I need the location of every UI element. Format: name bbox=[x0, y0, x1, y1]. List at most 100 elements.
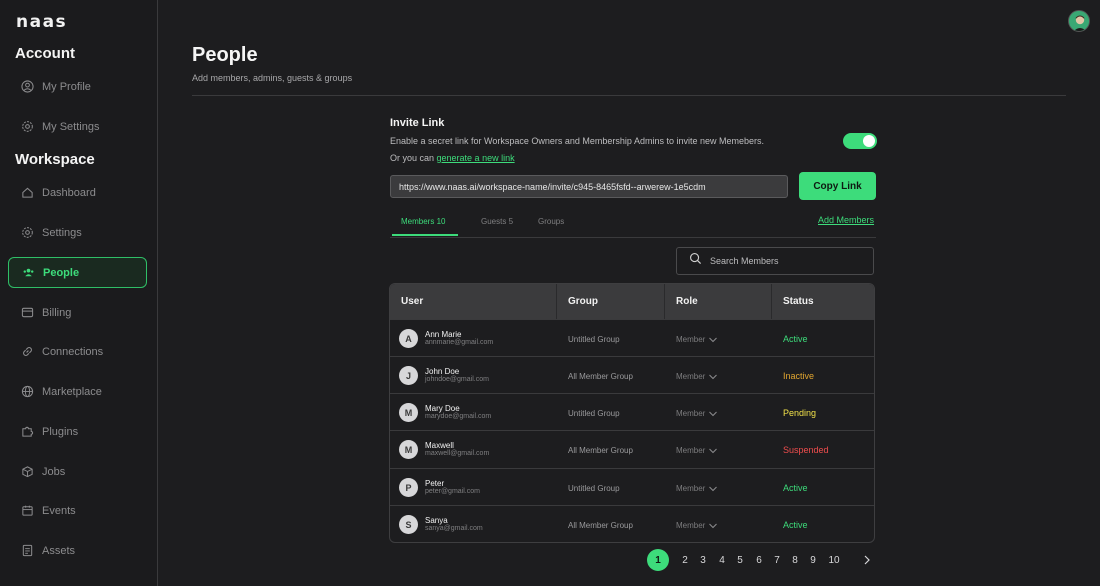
sidebar-item-people[interactable]: People bbox=[8, 257, 147, 288]
chevron-down-icon bbox=[709, 448, 718, 453]
tab-members[interactable]: Members 10 bbox=[401, 217, 445, 226]
table-row: A Ann Marie annmarie@gmail.com Untitled … bbox=[390, 319, 874, 356]
user-name: Peter bbox=[425, 479, 445, 488]
members-table: User Group Role Status A Ann Marie annma… bbox=[389, 283, 875, 543]
user-group: All Member Group bbox=[568, 521, 633, 530]
sidebar-item-label: Billing bbox=[42, 306, 72, 319]
search-input[interactable] bbox=[710, 256, 860, 266]
role-dropdown[interactable]: Member bbox=[676, 521, 718, 530]
sidebar-item-label: Dashboard bbox=[42, 186, 96, 199]
user-group: All Member Group bbox=[568, 446, 633, 455]
user-email: johndoe@gmail.com bbox=[425, 376, 489, 383]
user-name: Ann Marie bbox=[425, 330, 462, 339]
sidebar: naas Account My Profile My Settings Work… bbox=[0, 0, 158, 586]
role-dropdown[interactable]: Member bbox=[676, 372, 718, 381]
status-badge: Suspended bbox=[783, 445, 829, 455]
sidebar-item-dashboard[interactable]: Dashboard bbox=[8, 177, 147, 208]
avatar: P bbox=[399, 478, 418, 497]
document-icon bbox=[20, 544, 34, 558]
user-circle-icon bbox=[20, 80, 34, 94]
home-icon bbox=[20, 186, 34, 200]
sidebar-item-events[interactable]: Events bbox=[8, 495, 147, 526]
user-email: maxwell@gmail.com bbox=[425, 450, 490, 457]
copy-link-button[interactable]: Copy Link bbox=[799, 172, 876, 200]
account-section-title: Account bbox=[15, 45, 75, 62]
sidebar-item-jobs[interactable]: Jobs bbox=[8, 456, 147, 487]
avatar: S bbox=[399, 515, 418, 534]
invite-url-field[interactable]: https://www.naas.ai/workspace-name/invit… bbox=[390, 175, 788, 198]
add-members-link[interactable]: Add Members bbox=[818, 215, 874, 225]
user-email: annmarie@gmail.com bbox=[425, 339, 494, 346]
sidebar-item-label: People bbox=[43, 266, 80, 279]
column-divider bbox=[771, 284, 772, 319]
chevron-down-icon bbox=[709, 337, 718, 342]
search-box[interactable] bbox=[676, 247, 874, 275]
column-divider bbox=[664, 284, 665, 319]
role-value: Member bbox=[676, 409, 706, 418]
role-value: Member bbox=[676, 521, 706, 530]
status-badge: Active bbox=[783, 520, 808, 530]
tab-guests[interactable]: Guests 5 bbox=[481, 217, 513, 226]
column-header-status: Status bbox=[783, 296, 814, 307]
sidebar-item-connections[interactable]: Connections bbox=[8, 336, 147, 367]
column-divider bbox=[556, 284, 557, 319]
page-9-button[interactable]: 9 bbox=[802, 549, 824, 571]
user-name: Mary Doe bbox=[425, 404, 460, 413]
invite-link-toggle[interactable] bbox=[843, 133, 877, 149]
user-avatar[interactable] bbox=[1068, 10, 1090, 32]
status-badge: Active bbox=[783, 334, 808, 344]
sidebar-item-assets[interactable]: Assets bbox=[8, 535, 147, 566]
sidebar-item-plugins[interactable]: Plugins bbox=[8, 416, 147, 447]
sidebar-item-label: Marketplace bbox=[42, 385, 102, 398]
role-value: Member bbox=[676, 372, 706, 381]
role-dropdown[interactable]: Member bbox=[676, 409, 718, 418]
sidebar-item-label: My Profile bbox=[42, 80, 91, 93]
table-row: M Mary Doe marydoe@gmail.com Untitled Gr… bbox=[390, 393, 874, 430]
link-icon bbox=[20, 345, 34, 359]
role-value: Member bbox=[676, 446, 706, 455]
avatar: A bbox=[399, 329, 418, 348]
chevron-down-icon bbox=[709, 411, 718, 416]
app-logo: naas bbox=[16, 12, 68, 32]
table-row: M Maxwell maxwell@gmail.com All Member G… bbox=[390, 430, 874, 467]
page-1-button[interactable]: 1 bbox=[647, 549, 669, 571]
avatar: M bbox=[399, 440, 418, 459]
user-email: sanya@gmail.com bbox=[425, 525, 483, 532]
billing-icon bbox=[20, 306, 34, 320]
chevron-down-icon bbox=[709, 486, 718, 491]
generate-new-link[interactable]: generate a new link bbox=[437, 153, 515, 163]
sidebar-item-my-profile[interactable]: My Profile bbox=[8, 71, 147, 102]
chevron-down-icon bbox=[709, 523, 718, 528]
header-divider bbox=[192, 95, 1066, 96]
workspace-section-title: Workspace bbox=[15, 151, 95, 168]
gear-icon bbox=[20, 226, 34, 240]
invite-generate-text: Or you can generate a new link bbox=[390, 153, 515, 163]
tab-groups[interactable]: Groups bbox=[538, 217, 564, 226]
puzzle-icon bbox=[20, 425, 34, 439]
chevron-right-icon bbox=[864, 555, 870, 565]
sidebar-item-billing[interactable]: Billing bbox=[8, 297, 147, 328]
role-dropdown[interactable]: Member bbox=[676, 446, 718, 455]
people-icon bbox=[21, 266, 35, 280]
role-dropdown[interactable]: Member bbox=[676, 484, 718, 493]
next-page-button[interactable] bbox=[858, 549, 876, 571]
status-badge: Active bbox=[783, 483, 808, 493]
active-tab-indicator bbox=[392, 234, 458, 236]
page-10-button[interactable]: 10 bbox=[823, 549, 845, 571]
sidebar-item-my-settings[interactable]: My Settings bbox=[8, 111, 147, 142]
sidebar-item-label: Connections bbox=[42, 345, 104, 358]
table-header: User Group Role Status bbox=[390, 284, 874, 319]
sidebar-item-label: Events bbox=[42, 504, 76, 517]
search-icon bbox=[689, 252, 702, 270]
sidebar-item-marketplace[interactable]: Marketplace bbox=[8, 376, 147, 407]
sidebar-item-settings[interactable]: Settings bbox=[8, 217, 147, 248]
user-group: Untitled Group bbox=[568, 335, 620, 344]
sidebar-item-label: Jobs bbox=[42, 465, 66, 478]
avatar: M bbox=[399, 403, 418, 422]
sidebar-item-label: Settings bbox=[42, 226, 82, 239]
role-dropdown[interactable]: Member bbox=[676, 335, 718, 344]
table-row: P Peter peter@gmail.com Untitled Group M… bbox=[390, 468, 874, 505]
avatar: J bbox=[399, 366, 418, 385]
user-name: Maxwell bbox=[425, 441, 454, 450]
user-group: All Member Group bbox=[568, 372, 633, 381]
